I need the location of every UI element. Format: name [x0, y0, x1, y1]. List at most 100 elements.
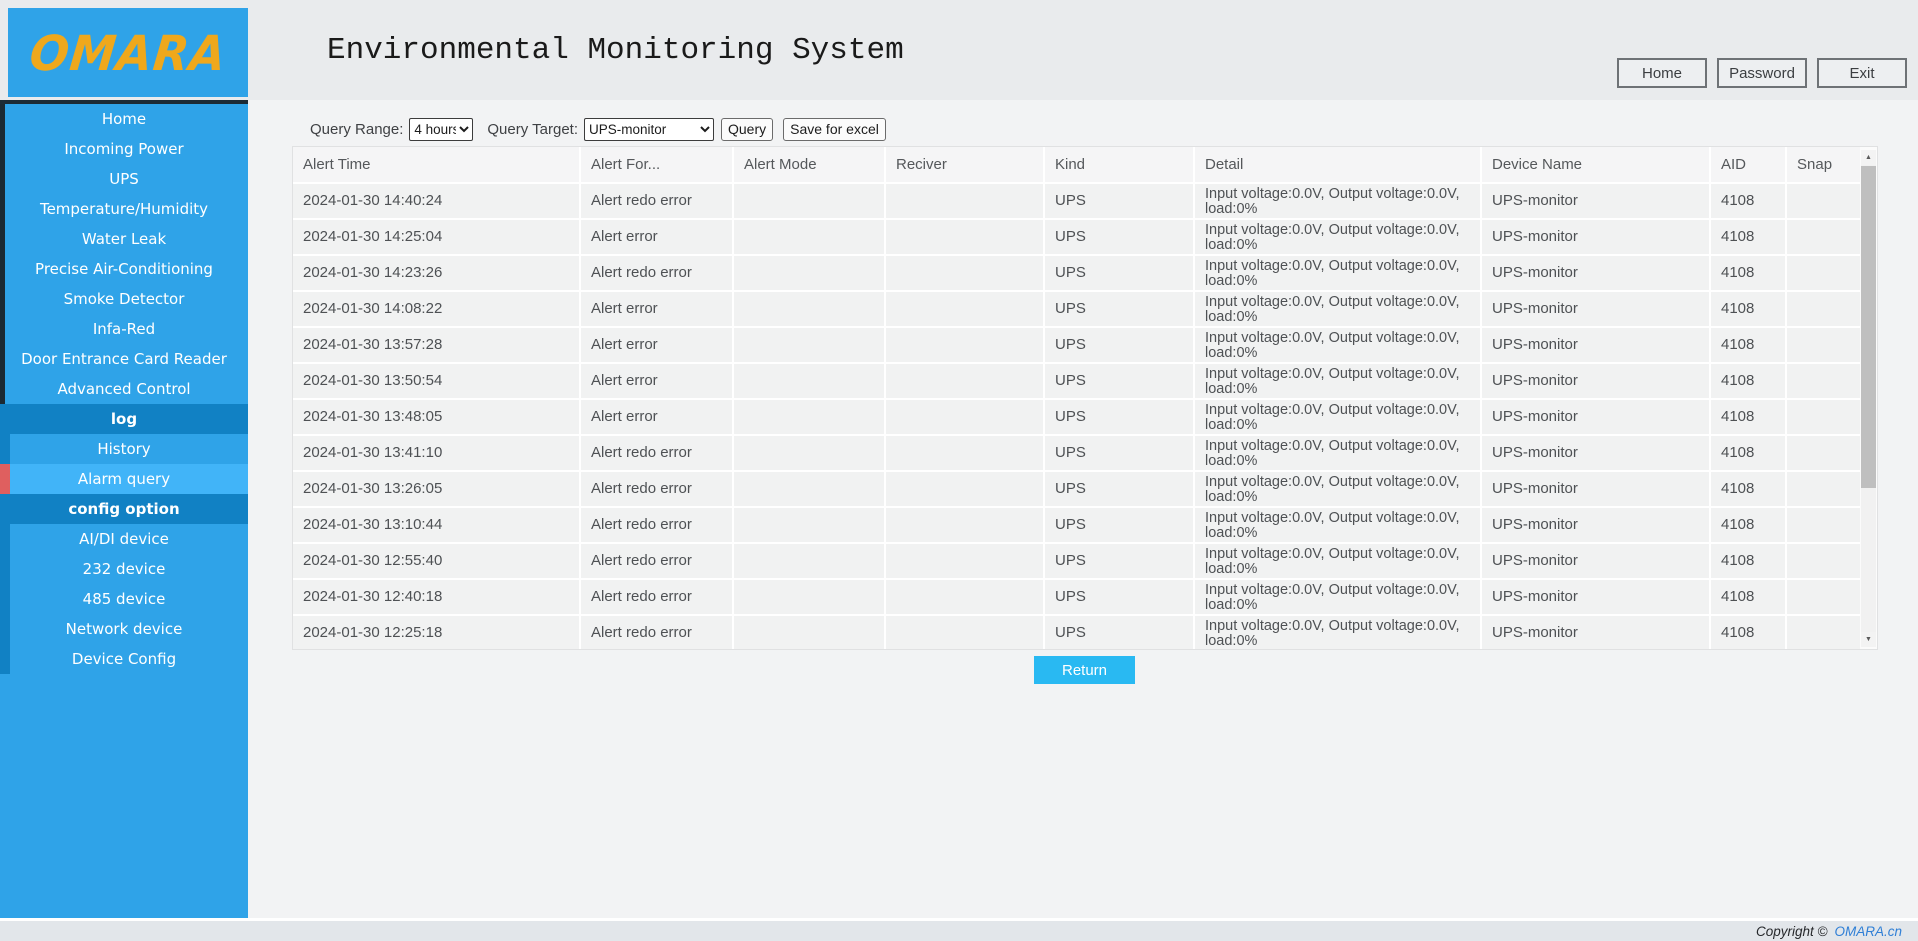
- footer: Copyright © OMARA.cn: [0, 921, 1918, 941]
- sidebar-item-network-device[interactable]: Network device: [0, 614, 248, 644]
- cell-reciver: [886, 400, 1045, 436]
- cell-time: 2024-01-30 12:40:18: [293, 580, 581, 616]
- sidebar-item-log[interactable]: log: [0, 404, 248, 434]
- sidebar-item-incoming-power[interactable]: Incoming Power: [0, 134, 248, 164]
- cell-alert-for: Alert redo error: [581, 544, 734, 580]
- cell-snap: [1787, 184, 1860, 220]
- cell-alert-for: Alert error: [581, 400, 734, 436]
- cell-kind: UPS: [1045, 580, 1195, 616]
- cell-device-name: UPS-monitor: [1482, 436, 1711, 472]
- cell-device-name: UPS-monitor: [1482, 292, 1711, 328]
- cell-alert-mode: [734, 184, 886, 220]
- save-for-excel-button[interactable]: Save for excel: [783, 118, 886, 141]
- cell-detail: Input voltage:0.0V, Output voltage:0.0V,…: [1195, 472, 1482, 508]
- cell-snap: [1787, 544, 1860, 580]
- cell-detail: Input voltage:0.0V, Output voltage:0.0V,…: [1195, 328, 1482, 364]
- cell-time: 2024-01-30 14:40:24: [293, 184, 581, 220]
- return-button[interactable]: Return: [1034, 656, 1135, 684]
- omara-link[interactable]: OMARA.cn: [1834, 924, 1902, 939]
- sidebar-item-home[interactable]: Home: [0, 104, 248, 134]
- sidebar-item-232-device[interactable]: 232 device: [0, 554, 248, 584]
- table-header-row: Alert TimeAlert For...Alert ModeReciverK…: [293, 147, 1860, 184]
- sidebar-item-ai-di-device[interactable]: AI/DI device: [0, 524, 248, 554]
- sidebar-item-temperature-humidity[interactable]: Temperature/Humidity: [0, 194, 248, 224]
- cell-device-name: UPS-monitor: [1482, 256, 1711, 292]
- query-button[interactable]: Query: [721, 118, 773, 141]
- cell-kind: UPS: [1045, 472, 1195, 508]
- cell-aid: 4108: [1711, 220, 1787, 256]
- table-row: 2024-01-30 14:40:24Alert redo errorUPSIn…: [293, 184, 1860, 220]
- cell-alert-for: Alert redo error: [581, 436, 734, 472]
- cell-kind: UPS: [1045, 400, 1195, 436]
- sidebar-item-infa-red[interactable]: Infa-Red: [0, 314, 248, 344]
- exit-button[interactable]: Exit: [1817, 58, 1907, 88]
- sidebar-item-advanced-control[interactable]: Advanced Control: [0, 374, 248, 404]
- sidebar-item-smoke-detector[interactable]: Smoke Detector: [0, 284, 248, 314]
- scrollbar-thumb[interactable]: [1861, 166, 1876, 488]
- cell-kind: UPS: [1045, 508, 1195, 544]
- cell-alert-mode: [734, 364, 886, 400]
- cell-detail: Input voltage:0.0V, Output voltage:0.0V,…: [1195, 436, 1482, 472]
- query-target-select[interactable]: UPS-monitor: [584, 118, 714, 141]
- column-header-kind: Kind: [1045, 147, 1195, 184]
- cell-alert-mode: [734, 508, 886, 544]
- cell-alert-mode: [734, 544, 886, 580]
- cell-snap: [1787, 292, 1860, 328]
- cell-aid: 4108: [1711, 472, 1787, 508]
- copyright-text: Copyright ©: [1756, 924, 1827, 939]
- cell-alert-mode: [734, 616, 886, 649]
- table-row: 2024-01-30 12:25:18Alert redo errorUPSIn…: [293, 616, 1860, 649]
- cell-snap: [1787, 220, 1860, 256]
- cell-snap: [1787, 472, 1860, 508]
- password-button[interactable]: Password: [1717, 58, 1807, 88]
- scroll-down-icon[interactable]: ▼: [1861, 632, 1876, 647]
- column-header-aid: AID: [1711, 147, 1787, 184]
- cell-alert-for: Alert redo error: [581, 616, 734, 649]
- sidebar-item-config-option[interactable]: config option: [0, 494, 248, 524]
- query-range-select[interactable]: 4 hours: [409, 118, 473, 141]
- cell-alert-for: Alert redo error: [581, 508, 734, 544]
- cell-aid: 4108: [1711, 292, 1787, 328]
- sidebar-item-water-leak[interactable]: Water Leak: [0, 224, 248, 254]
- table-scrollbar[interactable]: ▲ ▼: [1861, 150, 1876, 647]
- cell-device-name: UPS-monitor: [1482, 544, 1711, 580]
- cell-snap: [1787, 580, 1860, 616]
- sidebar-item-alarm-query[interactable]: Alarm query: [0, 464, 248, 494]
- cell-device-name: UPS-monitor: [1482, 400, 1711, 436]
- top-bar: OMARA Environmental Monitoring System Ho…: [0, 0, 1918, 100]
- cell-time: 2024-01-30 13:26:05: [293, 472, 581, 508]
- cell-reciver: [886, 184, 1045, 220]
- scroll-up-icon[interactable]: ▲: [1861, 150, 1876, 165]
- column-header-reciver: Reciver: [886, 147, 1045, 184]
- cell-aid: 4108: [1711, 364, 1787, 400]
- sidebar-item-history[interactable]: History: [0, 434, 248, 464]
- table-row: 2024-01-30 14:08:22Alert errorUPSInput v…: [293, 292, 1860, 328]
- sidebar-item-485-device[interactable]: 485 device: [0, 584, 248, 614]
- cell-snap: [1787, 508, 1860, 544]
- home-button[interactable]: Home: [1617, 58, 1707, 88]
- column-header-alert-for: Alert For...: [581, 147, 734, 184]
- cell-kind: UPS: [1045, 184, 1195, 220]
- table-row: 2024-01-30 13:50:54Alert errorUPSInput v…: [293, 364, 1860, 400]
- cell-kind: UPS: [1045, 328, 1195, 364]
- cell-time: 2024-01-30 13:50:54: [293, 364, 581, 400]
- sidebar-item-precise-air-conditioning[interactable]: Precise Air-Conditioning: [0, 254, 248, 284]
- cell-aid: 4108: [1711, 400, 1787, 436]
- cell-kind: UPS: [1045, 256, 1195, 292]
- cell-kind: UPS: [1045, 292, 1195, 328]
- cell-device-name: UPS-monitor: [1482, 220, 1711, 256]
- cell-alert-for: Alert redo error: [581, 184, 734, 220]
- sidebar-item-device-config[interactable]: Device Config: [0, 644, 248, 674]
- cell-reciver: [886, 472, 1045, 508]
- cell-time: 2024-01-30 13:41:10: [293, 436, 581, 472]
- cell-detail: Input voltage:0.0V, Output voltage:0.0V,…: [1195, 400, 1482, 436]
- cell-device-name: UPS-monitor: [1482, 184, 1711, 220]
- cell-reciver: [886, 580, 1045, 616]
- table-row: 2024-01-30 12:55:40Alert redo errorUPSIn…: [293, 544, 1860, 580]
- sidebar-item-door-entrance-card-reader[interactable]: Door Entrance Card Reader: [0, 344, 248, 374]
- cell-reciver: [886, 436, 1045, 472]
- cell-detail: Input voltage:0.0V, Output voltage:0.0V,…: [1195, 256, 1482, 292]
- query-target-label: Query Target:: [487, 121, 578, 138]
- cell-reciver: [886, 364, 1045, 400]
- sidebar-item-ups[interactable]: UPS: [0, 164, 248, 194]
